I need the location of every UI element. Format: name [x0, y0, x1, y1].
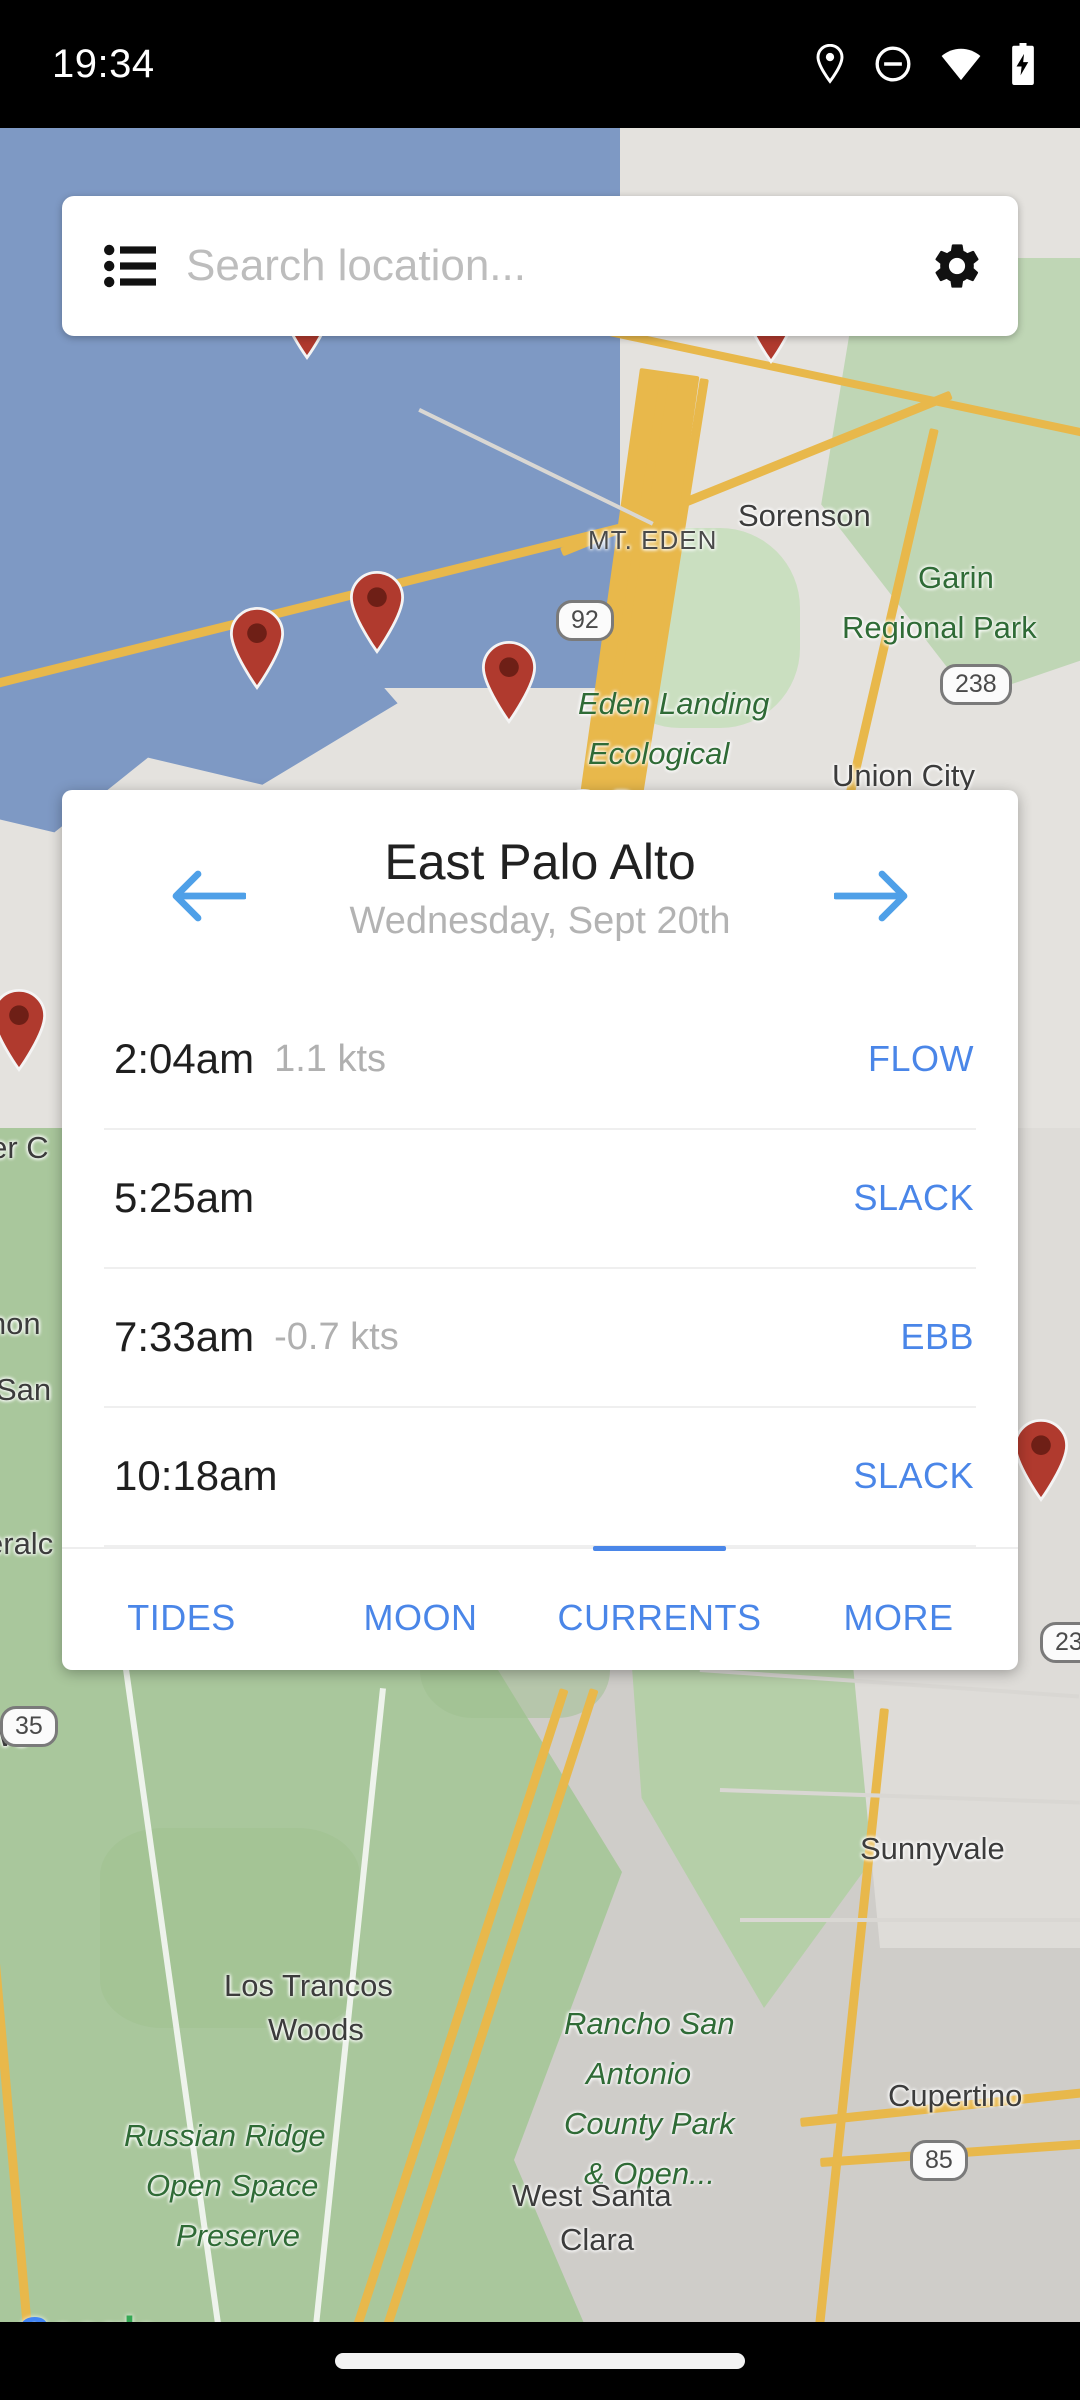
map-label: Russian Ridge [124, 2118, 326, 2153]
tab-tides[interactable]: TIDES [62, 1597, 301, 1639]
tab-moon[interactable]: MOON [301, 1597, 540, 1639]
google-logo: Google [18, 2308, 158, 2322]
table-row[interactable]: 7:33am -0.7 kts EBB [62, 1269, 1018, 1406]
search-bar[interactable]: Search location... [62, 196, 1018, 336]
map-label: Antonio [586, 2056, 692, 2091]
map-label: Sunnyvale [860, 1831, 1005, 1866]
row-state-badge: EBB [900, 1316, 974, 1357]
arrow-right-icon[interactable] [832, 868, 910, 924]
card-date: Wednesday, Sept 20th [349, 899, 731, 942]
page-title: East Palo Alto [384, 834, 696, 890]
status-icons [814, 43, 1036, 85]
status-time: 19:34 [52, 41, 155, 86]
search-input[interactable]: Search location... [186, 241, 930, 291]
map-label: Rancho San [564, 2006, 735, 2041]
active-tab-indicator [592, 1545, 727, 1551]
map-pin-icon[interactable] [226, 606, 288, 690]
map-label: Preserve [176, 2218, 301, 2253]
row-time: 10:18am [114, 1452, 278, 1499]
map-label: Union City [832, 758, 975, 793]
map-label: Open Space [146, 2168, 319, 2203]
row-speed: 1.1 kts [274, 1037, 387, 1080]
row-time: 2:04am [114, 1035, 255, 1082]
map-label: eralc [0, 1526, 54, 1561]
map-pin-icon[interactable] [0, 988, 50, 1072]
card-header: East Palo Alto Wednesday, Sept 20th [62, 790, 1018, 969]
do-not-disturb-icon [874, 45, 912, 83]
map-label: ster C [0, 1130, 49, 1165]
map-pin-icon[interactable] [1010, 1418, 1072, 1502]
map-label: San [0, 1372, 52, 1407]
location-info-card: East Palo Alto Wednesday, Sept 20th 2:04… [62, 790, 1018, 1670]
map-label: Ecological [588, 736, 730, 771]
map-label: MT. EDEN [588, 525, 718, 555]
row-state-badge: FLOW [868, 1038, 974, 1079]
map-label: Clara [560, 2222, 635, 2257]
map-label: Woods [268, 2012, 364, 2047]
highway-shield: 35 [0, 1706, 58, 1747]
status-bar: 19:34 [0, 0, 1080, 128]
map-label: Cupertino [888, 2078, 1023, 2113]
table-row[interactable]: 10:18am SLACK [62, 1408, 1018, 1545]
arrow-left-icon[interactable] [170, 868, 248, 924]
row-speed: -0.7 kts [274, 1315, 399, 1358]
table-row[interactable]: 2:04am 1.1 kts FLOW [62, 991, 1018, 1128]
system-nav-bar [0, 2322, 1080, 2400]
highway-shield: 23 [1040, 1622, 1080, 1663]
map-pin-icon[interactable] [346, 570, 408, 654]
location-pin-icon [814, 44, 846, 84]
row-state-badge: SLACK [853, 1177, 974, 1218]
tab-more[interactable]: MORE [779, 1597, 1018, 1639]
map-label: Garin [918, 560, 994, 595]
map-label: Los Trancos [224, 1968, 393, 2003]
map-label: West Santa [512, 2178, 672, 2213]
row-state-badge: SLACK [853, 1455, 974, 1496]
table-row[interactable]: 5:25am SLACK [62, 1130, 1018, 1267]
row-time: 5:25am [114, 1174, 255, 1221]
map-road-minor [740, 1918, 1080, 1922]
map-label: Regional Park [842, 610, 1037, 645]
map-label: Eden Landing [578, 686, 770, 721]
map-label: Sorenson [738, 498, 871, 533]
highway-shield: 85 [910, 2140, 968, 2181]
battery-charging-icon [1010, 43, 1036, 85]
row-time: 7:33am [114, 1313, 255, 1360]
map-pin-icon[interactable] [478, 640, 540, 724]
phone-screen: Castro ValleySorensonMT. EDENGarinRegion… [0, 0, 1080, 2400]
tab-currents[interactable]: CURRENTS [540, 1597, 779, 1639]
tab-bar: TIDES MOON CURRENTS MORE [62, 1545, 1018, 1671]
highway-shield: 92 [556, 600, 614, 641]
highway-shield: 238 [940, 664, 1012, 705]
list-icon[interactable] [104, 244, 156, 288]
gear-icon[interactable] [930, 239, 984, 293]
currents-list: 2:04am 1.1 kts FLOW 5:25am SLACK 7:33am -0.7 k… [62, 991, 1018, 1547]
map-label: rmon [0, 1306, 41, 1341]
home-gesture-pill[interactable] [335, 2353, 745, 2369]
map-label: County Park [564, 2106, 735, 2141]
wifi-icon [940, 47, 982, 81]
